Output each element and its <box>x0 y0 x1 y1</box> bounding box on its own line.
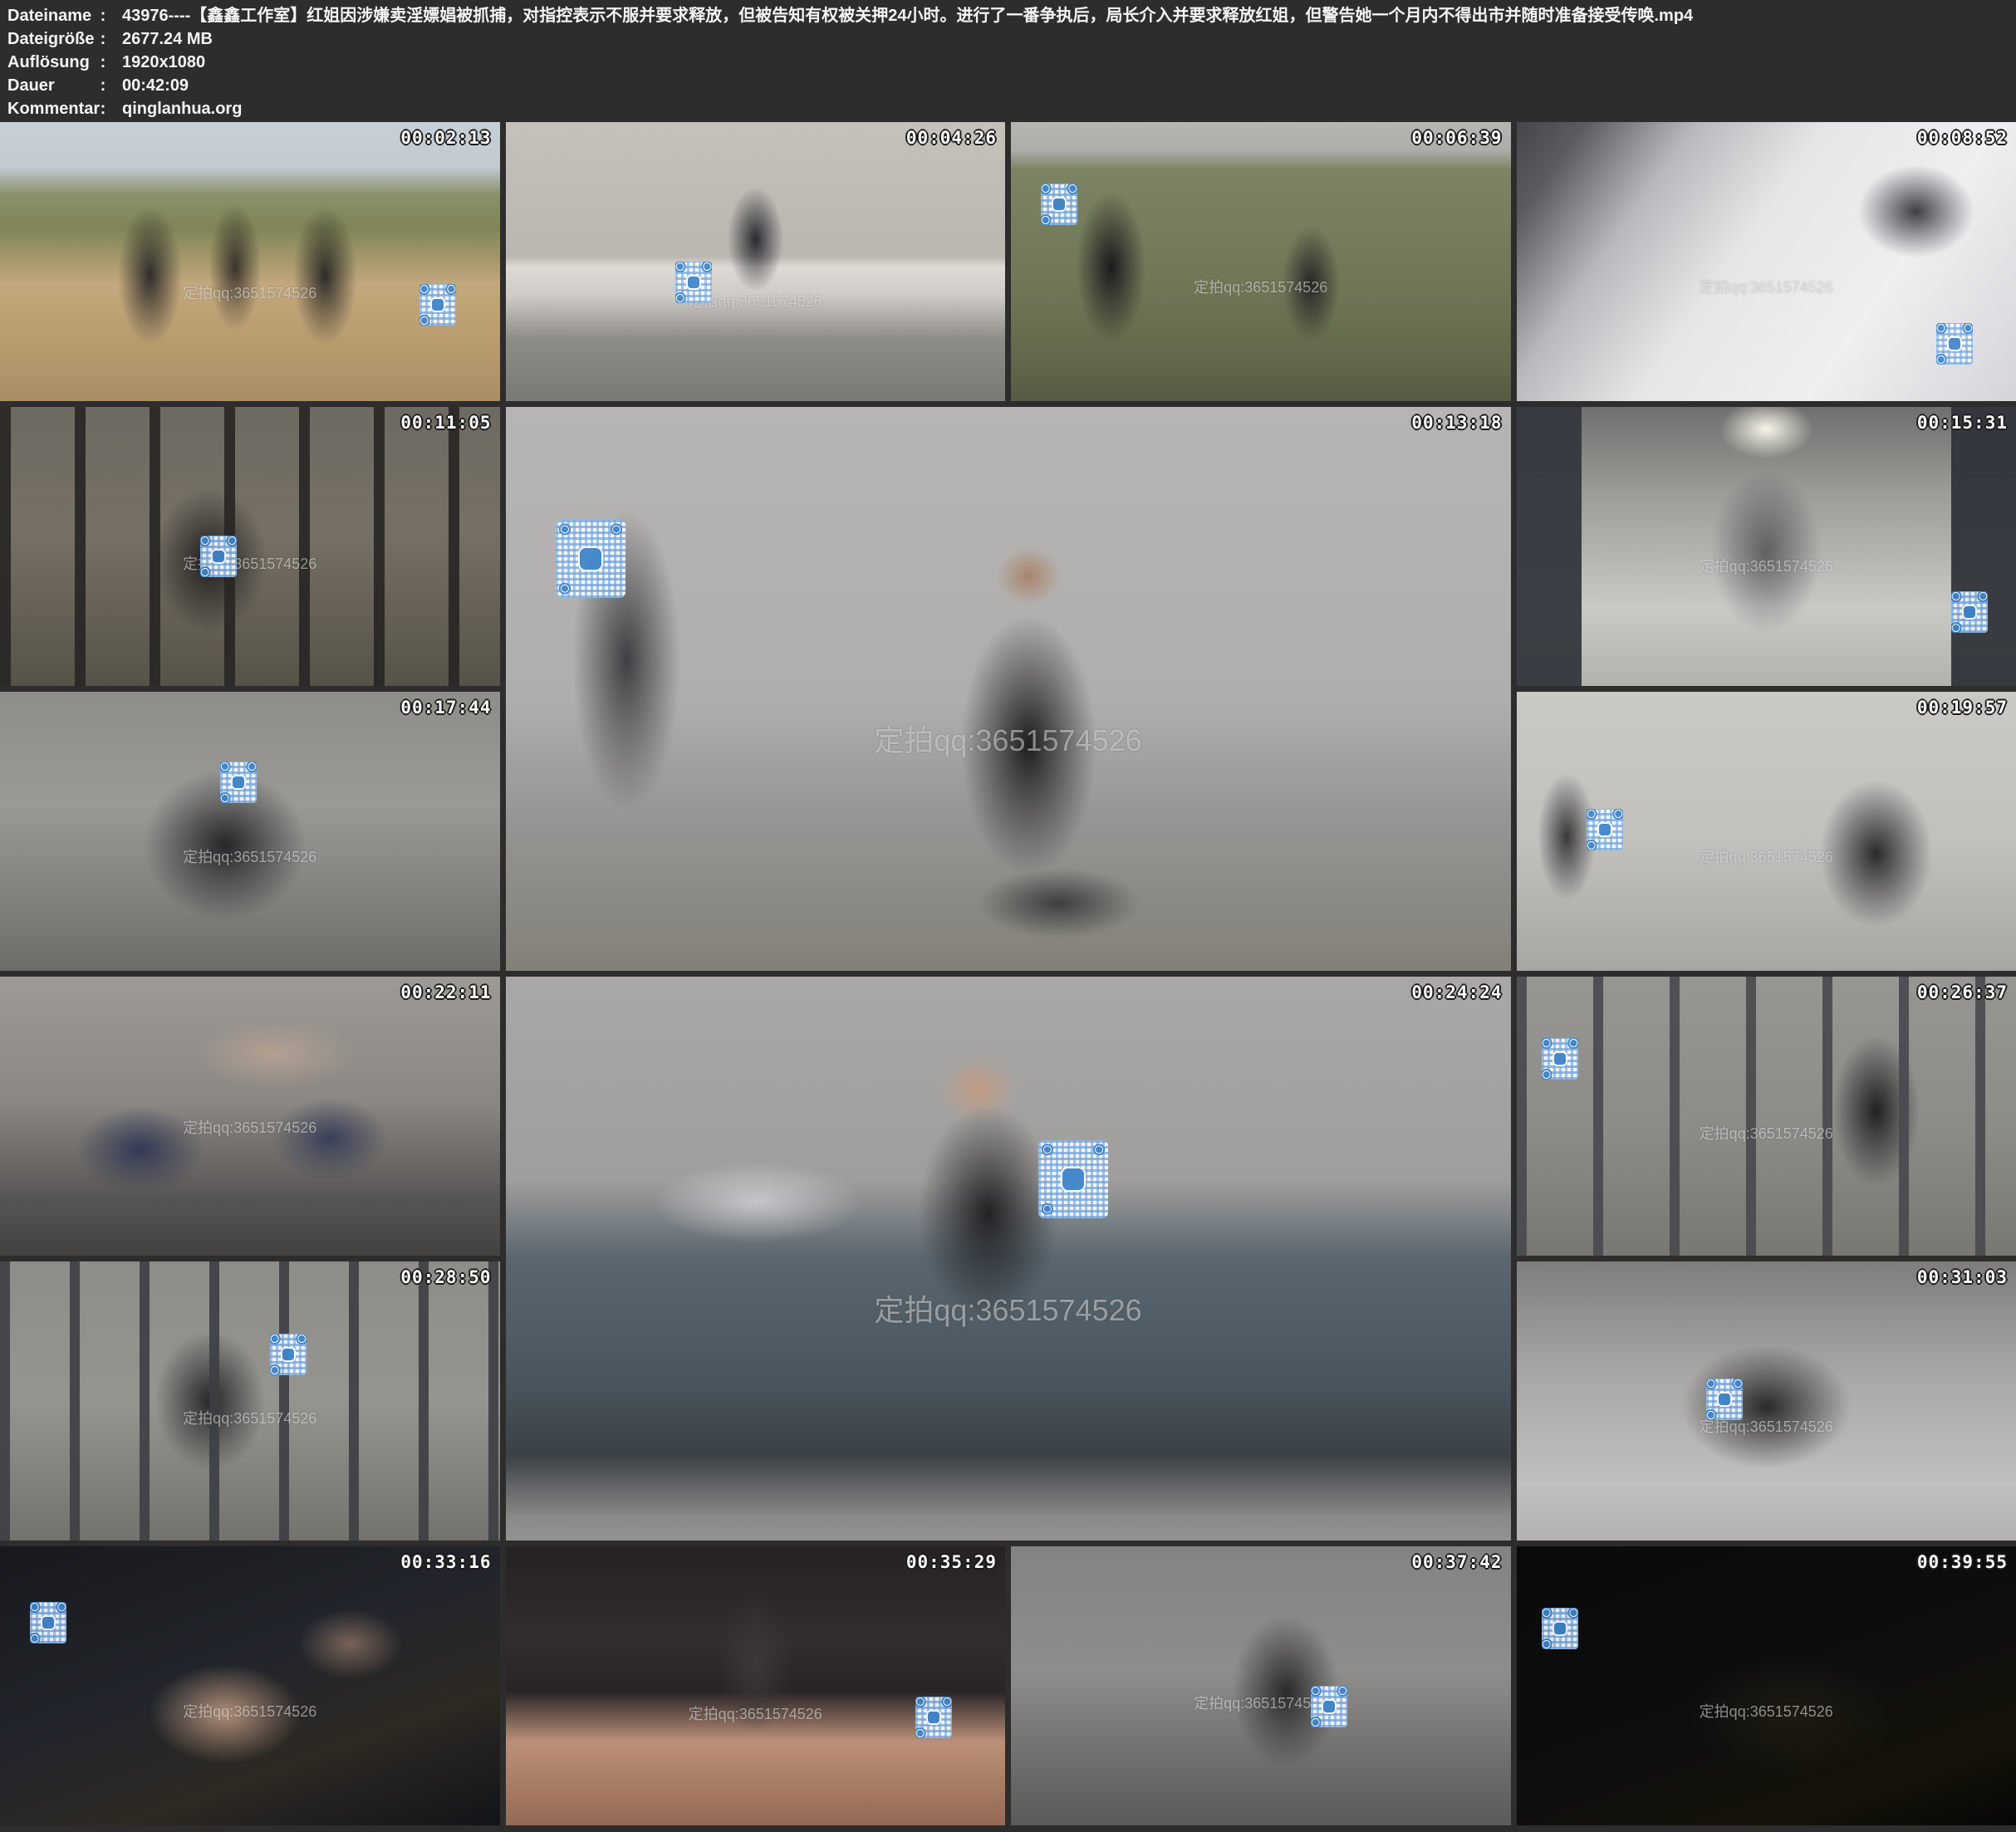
timestamp-overlay: 00:24:24 <box>1411 982 1502 1002</box>
qq-watermark-text: 定拍qq:3651574526 <box>1700 555 1833 576</box>
qq-watermark-text: 定拍qq:3651574526 <box>1700 276 1833 297</box>
duration-row: Dauer : 00:42:09 <box>7 74 2008 97</box>
timestamp-overlay: 00:06:39 <box>1411 128 1502 148</box>
qr-code-watermark-icon <box>1951 591 1988 633</box>
qq-watermark-text: 定拍qq:3651574526 <box>1700 1122 1833 1144</box>
qq-watermark-text: 定拍qq:3651574526 <box>183 1700 316 1722</box>
field-separator: : <box>92 27 114 51</box>
duration-value: 00:42:09 <box>114 74 189 97</box>
qr-code-watermark-icon <box>556 520 625 598</box>
qq-watermark-text: 定拍qq:3651574526 <box>874 1286 1141 1330</box>
timestamp-overlay: 00:31:03 <box>1917 1267 2008 1287</box>
thumbnail-grid: 定拍qq:365157452600:02:13定拍qq:365157452600… <box>0 122 2016 1825</box>
video-frame-thumbnail-outdoor-path-escort[interactable]: 定拍qq:3651574526 00:02:13 <box>0 122 500 401</box>
video-frame-thumbnail-chain-skirt-closeup[interactable]: 定拍qq:3651574526 00:35:29 <box>506 1546 1006 1825</box>
qr-code-watermark-icon <box>200 536 237 577</box>
contact-sheet-page: { "header": { "separator": ":", "fields"… <box>0 0 2016 1832</box>
qr-code-watermark-icon <box>30 1602 66 1643</box>
qq-watermark-text: 定拍qq:3651574526 <box>183 282 316 303</box>
qr-code-watermark-icon <box>220 762 257 803</box>
video-frame-thumbnail-restraint-chair-cell[interactable]: 定拍qq:3651574526 00:13:18 <box>506 407 1511 971</box>
qr-code-watermark-icon <box>915 1697 952 1738</box>
video-frame-thumbnail-cell-bars-chair-2[interactable]: 定拍qq:3651574526 00:26:37 <box>1517 977 2016 1256</box>
timestamp-overlay: 00:33:16 <box>400 1552 491 1572</box>
video-frame-thumbnail-handcuffs-dark-closeup[interactable]: 定拍qq:3651574526 00:33:16 <box>0 1546 500 1825</box>
qq-watermark-text: 定拍qq:3651574526 <box>183 1407 316 1428</box>
field-separator: : <box>92 51 114 74</box>
qr-code-watermark-icon <box>1311 1686 1347 1727</box>
timestamp-overlay: 00:22:11 <box>400 982 491 1002</box>
video-frame-thumbnail-height-chart-side[interactable]: 定拍qq:3651574526 00:19:57 <box>1517 692 2016 971</box>
timestamp-overlay: 00:02:13 <box>400 128 491 148</box>
video-frame-thumbnail-cell-bars-chair[interactable]: 定拍qq:365157452600:11:05 <box>0 407 500 686</box>
timestamp-overlay: 00:15:31 <box>1917 413 2008 433</box>
field-separator: : <box>92 4 114 27</box>
video-frame-thumbnail-green-curtain-room[interactable]: 定拍qq:3651574526 00:06:39 <box>1011 122 1511 401</box>
video-frame-thumbnail-floor-group[interactable]: 定拍qq:365157452600:31:03 <box>1517 1261 2016 1541</box>
qr-code-watermark-icon <box>419 284 456 326</box>
timestamp-overlay: 00:37:42 <box>1411 1552 1502 1572</box>
qq-watermark-text: 定拍qq:3651574526 <box>1700 1700 1833 1722</box>
video-frame-thumbnail-white-bed-room[interactable]: 定拍qq:3651574526 00:08:52 <box>1517 122 2016 401</box>
comment-value: qinglanhua.org <box>114 97 242 120</box>
timestamp-overlay: 00:04:26 <box>906 128 997 148</box>
qr-code-watermark-icon <box>1542 1038 1578 1080</box>
qr-code-watermark-icon <box>1038 1140 1108 1218</box>
timestamp-overlay: 00:39:55 <box>1917 1552 2008 1572</box>
timestamp-overlay: 00:13:18 <box>1411 413 1502 433</box>
resolution-row: Auflösung : 1920x1080 <box>7 51 2008 74</box>
file-size-value: 2677.24 MB <box>114 27 213 51</box>
file-name-row: Dateiname : 43976----【鑫鑫工作室】红姐因涉嫌卖淫嫖娼被抓捕… <box>7 4 2008 27</box>
file-info-header: Dateiname : 43976----【鑫鑫工作室】红姐因涉嫌卖淫嫖娼被抓捕… <box>0 0 2016 122</box>
qq-watermark-text: 定拍qq:3651574526 <box>1194 1692 1327 1713</box>
qr-code-watermark-icon <box>1587 809 1623 850</box>
qr-code-watermark-icon <box>270 1334 307 1375</box>
qq-watermark-text: 定拍qq:3651574526 <box>183 1116 316 1138</box>
timestamp-overlay: 00:28:50 <box>400 1267 491 1287</box>
comment-row: Kommentar : qinglanhua.org <box>7 97 2008 120</box>
qq-watermark-text: 定拍qq:3651574526 <box>689 1702 822 1724</box>
video-frame-thumbnail-ankle-cuffs-closeup[interactable]: 定拍qq:3651574526 00:22:11 <box>0 977 500 1256</box>
duration-label: Dauer <box>7 74 92 97</box>
timestamp-overlay: 00:35:29 <box>906 1552 997 1572</box>
qq-watermark-text: 定拍qq:3651574526 <box>183 845 316 867</box>
qr-code-watermark-icon <box>1041 184 1077 225</box>
resolution-value: 1920x1080 <box>114 51 205 74</box>
video-frame-thumbnail-height-chart-lineup[interactable]: 定拍qq:3651574526 00:17:44 <box>0 692 500 971</box>
qq-watermark-text: 定拍qq:3651574526 <box>1194 276 1327 297</box>
video-frame-thumbnail-cell-door[interactable]: 定拍qq:3651574526 00:37:42 <box>1011 1546 1511 1825</box>
timestamp-overlay: 00:08:52 <box>1917 128 2008 148</box>
video-frame-thumbnail-dark-room[interactable]: 定拍qq:3651574526 00:39:55 <box>1517 1546 2016 1825</box>
video-frame-thumbnail-interrogation-desk[interactable]: 定拍qq:365157452600:04:26 <box>506 122 1006 401</box>
field-separator: : <box>92 97 114 120</box>
qq-watermark-text: 定拍qq:3651574526 <box>874 717 1141 760</box>
resolution-label: Auflösung <box>7 51 92 74</box>
timestamp-overlay: 00:19:57 <box>1917 698 2008 718</box>
video-frame-thumbnail-cell-block-corridor[interactable]: 定拍qq:3651574526 00:15:31 <box>1517 407 2016 686</box>
file-size-label: Dateigröße <box>7 27 92 51</box>
qr-code-watermark-icon <box>1706 1379 1743 1420</box>
qr-code-watermark-icon <box>1936 323 1973 365</box>
qr-code-watermark-icon <box>1542 1608 1578 1649</box>
file-name-label: Dateiname <box>7 4 92 27</box>
qr-code-watermark-icon <box>675 262 712 303</box>
video-frame-thumbnail-cell-bed[interactable]: 定拍qq:3651574526 00:24:24 <box>506 977 1511 1541</box>
file-name-value: 43976----【鑫鑫工作室】红姐因涉嫌卖淫嫖娼被抓捕，对指控表示不服并要求释… <box>114 4 1693 27</box>
qq-watermark-text: 定拍qq:3651574526 <box>1700 845 1833 867</box>
field-separator: : <box>92 74 114 97</box>
video-frame-thumbnail-cell-bars-group[interactable]: 定拍qq:3651574526 00:28:50 <box>0 1261 500 1541</box>
timestamp-overlay: 00:17:44 <box>400 698 491 718</box>
timestamp-overlay: 00:11:05 <box>400 413 491 433</box>
comment-label: Kommentar <box>7 97 92 120</box>
timestamp-overlay: 00:26:37 <box>1917 982 2008 1002</box>
file-size-row: Dateigröße : 2677.24 MB <box>7 27 2008 51</box>
